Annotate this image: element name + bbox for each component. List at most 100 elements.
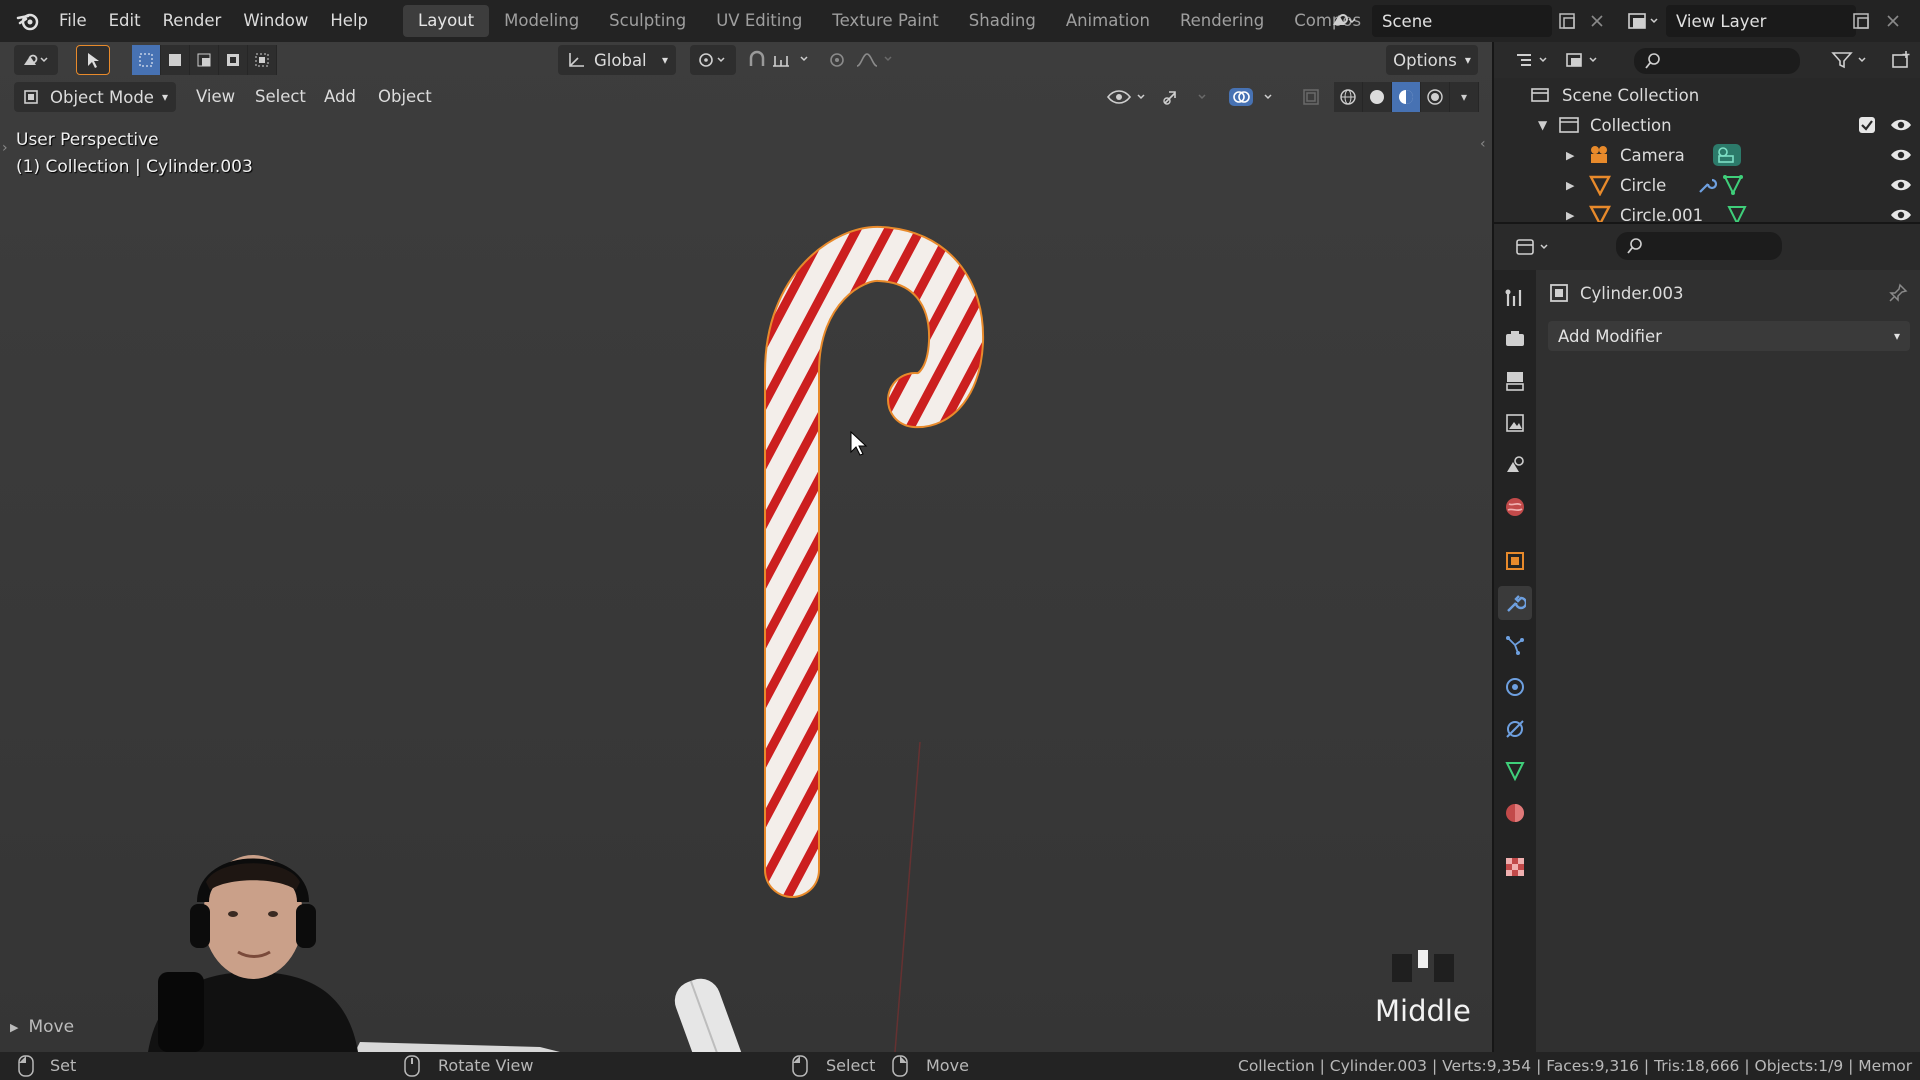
transform-orientation-dropdown[interactable]: Global ▾ — [558, 45, 676, 75]
expand-triangle-icon[interactable]: ▶ — [1566, 149, 1588, 162]
camera-data-icon[interactable] — [1712, 143, 1742, 167]
options-dropdown[interactable]: Options ▾ — [1386, 45, 1478, 75]
gizmo-icon[interactable] — [1160, 82, 1216, 112]
menu-help[interactable]: Help — [319, 0, 379, 42]
select-extend-icon[interactable] — [161, 45, 190, 75]
tab-uv-editing[interactable]: UV Editing — [701, 5, 817, 37]
outliner-row-collection[interactable]: ▼ Collection — [1494, 110, 1920, 140]
menu-add[interactable]: Add — [314, 82, 366, 112]
visibility-selectability-icon[interactable] — [1104, 82, 1152, 112]
pivot-point-icon[interactable] — [690, 45, 736, 75]
add-modifier-dropdown[interactable]: Add Modifier ▾ — [1548, 321, 1910, 351]
view-layer-field[interactable]: View Layer — [1666, 5, 1856, 37]
tab-sculpting[interactable]: Sculpting — [594, 5, 701, 37]
blender-logo-icon[interactable] — [8, 0, 48, 42]
tab-animation[interactable]: Animation — [1051, 5, 1165, 37]
status-move: Move — [926, 1056, 969, 1075]
checkbox-checked-icon[interactable] — [1858, 116, 1876, 134]
select-intersect-icon[interactable] — [248, 45, 277, 75]
tab-modeling[interactable]: Modeling — [489, 5, 594, 37]
constraints-tab-icon[interactable] — [1498, 712, 1532, 746]
new-scene-icon[interactable] — [1552, 6, 1582, 36]
proportional-editing-icon[interactable] — [826, 45, 898, 75]
tab-texture-paint[interactable]: Texture Paint — [817, 5, 953, 37]
tab-shading[interactable]: Shading — [954, 5, 1051, 37]
scene-selector-icon[interactable] — [1328, 6, 1358, 36]
scene-tab-icon[interactable] — [1498, 448, 1532, 482]
object-icon — [1550, 284, 1568, 302]
filter-icon[interactable] — [1828, 45, 1878, 75]
sidebar-toggle-chevron-icon[interactable]: ‹ — [1480, 136, 1486, 152]
outliner-editor-type-icon[interactable] — [1512, 45, 1556, 75]
snap-icon[interactable] — [744, 45, 816, 75]
shading-options-chevron-icon[interactable]: ▾ — [1450, 82, 1479, 112]
new-view-layer-icon[interactable] — [1846, 6, 1876, 36]
output-tab-icon[interactable] — [1498, 364, 1532, 398]
outliner-row-circle-001[interactable]: ▶ Circle.001 — [1494, 200, 1920, 222]
close-view-layer-icon[interactable] — [1878, 6, 1908, 36]
select-subtract-icon[interactable] — [190, 45, 219, 75]
outliner-row-camera[interactable]: ▶ Camera — [1494, 140, 1920, 170]
menu-render[interactable]: Render — [152, 0, 233, 42]
view-layer-selector-icon[interactable] — [1624, 6, 1664, 36]
display-mode-icon[interactable] — [1562, 45, 1606, 75]
last-operator-panel[interactable]: ▶ Move — [10, 1012, 74, 1042]
texture-tab-icon[interactable] — [1498, 850, 1532, 884]
select-invert-icon[interactable] — [219, 45, 248, 75]
outliner-row-circle[interactable]: ▶ Circle — [1494, 170, 1920, 200]
tool-tab-icon[interactable] — [1498, 280, 1532, 314]
toolbar-toggle-chevron-icon[interactable]: › — [2, 140, 8, 156]
modifier-wrench-icon[interactable] — [1696, 174, 1718, 196]
outliner-row-scene-collection[interactable]: Scene Collection — [1494, 80, 1920, 110]
material-preview-icon[interactable] — [1392, 82, 1421, 112]
editor-type-icon[interactable] — [14, 45, 58, 75]
expand-triangle-icon[interactable]: ▶ — [1566, 179, 1588, 192]
properties-search-input[interactable] — [1616, 232, 1782, 260]
select-tool-icon[interactable] — [76, 45, 110, 75]
menu-file[interactable]: File — [48, 0, 98, 42]
select-new-icon[interactable] — [132, 45, 161, 75]
mesh-object-icon — [1589, 175, 1611, 196]
mode-dropdown[interactable]: Object Mode ▾ — [14, 82, 176, 112]
eye-icon[interactable] — [1890, 176, 1912, 194]
overlays-icon[interactable] — [1226, 82, 1284, 112]
tab-rendering[interactable]: Rendering — [1165, 5, 1279, 37]
menu-view[interactable]: View — [186, 82, 245, 112]
data-tab-icon[interactable] — [1498, 754, 1532, 788]
mesh-data-icon[interactable] — [1726, 204, 1748, 222]
menu-object[interactable]: Object — [368, 82, 442, 112]
view-layer-tab-icon[interactable] — [1498, 406, 1532, 440]
modifier-tab-icon[interactable] — [1498, 586, 1532, 620]
solid-shading-icon[interactable] — [1363, 82, 1392, 112]
close-scene-icon[interactable] — [1582, 6, 1612, 36]
pin-icon[interactable] — [1888, 283, 1908, 303]
wireframe-shading-icon[interactable] — [1334, 82, 1363, 112]
mesh-object-icon — [1589, 205, 1611, 222]
mesh-data-icon[interactable] — [1722, 174, 1744, 196]
physics-tab-icon[interactable] — [1498, 670, 1532, 704]
new-collection-icon[interactable] — [1886, 45, 1916, 75]
outliner-search-input[interactable] — [1634, 48, 1800, 74]
eye-icon[interactable] — [1890, 146, 1912, 164]
eye-icon[interactable] — [1890, 206, 1912, 222]
object-tab-icon[interactable] — [1498, 544, 1532, 578]
render-tab-icon[interactable] — [1498, 322, 1532, 356]
circle-001-label: Circle.001 — [1620, 205, 1704, 223]
expand-down-triangle-icon[interactable]: ▼ — [1538, 118, 1558, 132]
status-select: Select — [826, 1056, 876, 1075]
3d-viewport[interactable]: Global ▾ Options ▾ Object Mode ▾ View Se… — [0, 42, 1492, 1052]
world-tab-icon[interactable] — [1498, 490, 1532, 524]
menu-window[interactable]: Window — [232, 0, 319, 42]
properties-editor-type-icon[interactable] — [1512, 232, 1556, 262]
menu-select[interactable]: Select — [245, 82, 316, 112]
eye-icon[interactable] — [1890, 116, 1912, 134]
particles-tab-icon[interactable] — [1498, 628, 1532, 662]
tab-layout[interactable]: Layout — [403, 5, 490, 37]
material-tab-icon[interactable] — [1498, 796, 1532, 830]
menu-edit[interactable]: Edit — [98, 0, 152, 42]
rendered-shading-icon[interactable] — [1421, 82, 1450, 112]
xray-toggle-icon[interactable] — [1296, 82, 1326, 112]
last-operator-label: Move — [28, 1017, 75, 1037]
expand-triangle-icon[interactable]: ▶ — [1566, 209, 1588, 222]
scene-name-field[interactable]: Scene — [1372, 5, 1552, 37]
